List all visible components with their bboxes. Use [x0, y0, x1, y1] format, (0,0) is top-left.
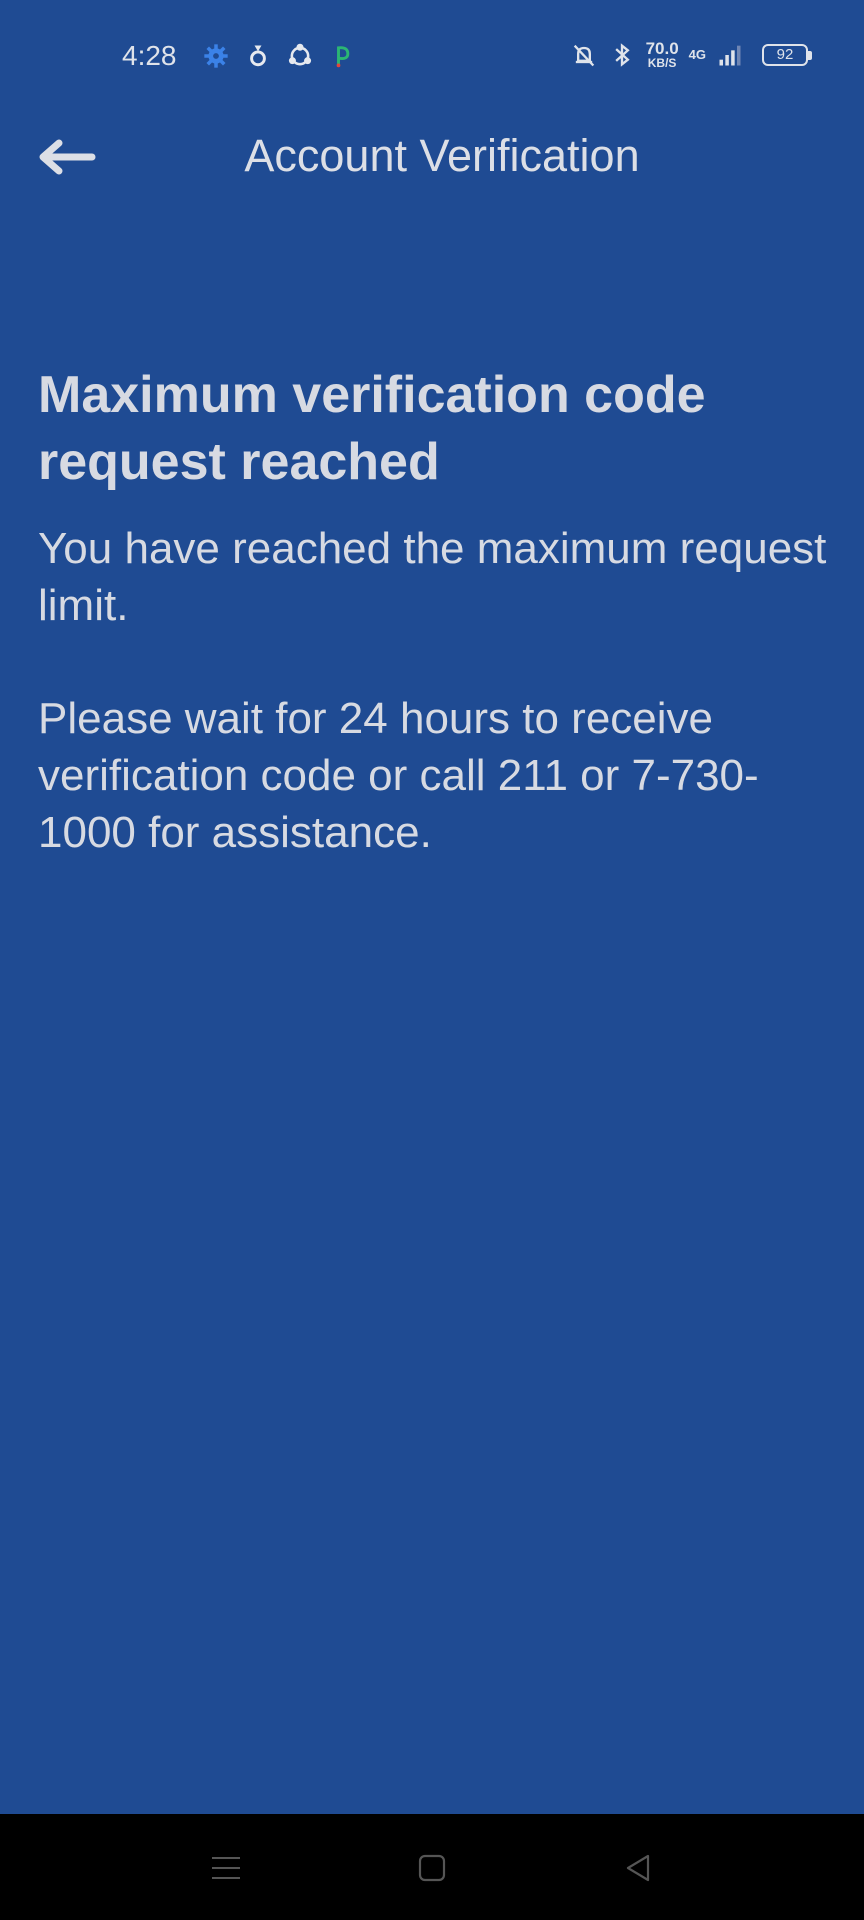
screen: 4:28 70.0 KB/S 4G 92 Account Verificatio…	[0, 0, 864, 1814]
recents-button[interactable]	[204, 1846, 248, 1890]
nav-bar	[0, 1814, 864, 1920]
nav-back-button[interactable]	[616, 1846, 660, 1890]
bell-mute-icon	[573, 44, 594, 66]
error-heading: Maximum verification code request reache…	[38, 366, 706, 491]
net-speed-value: 70.0	[645, 39, 679, 58]
status-bar: 4:28 70.0 KB/S 4G 92	[0, 0, 864, 112]
bluetooth-icon	[614, 42, 630, 67]
app-bar: Account Verification	[0, 112, 864, 202]
sync-icon	[288, 43, 312, 66]
status-time: 4:28	[122, 40, 177, 71]
page-title: Account Verification	[244, 130, 640, 181]
limit-message: You have reached the maximum request lim…	[38, 524, 827, 630]
back-triangle-icon	[626, 1854, 650, 1882]
content: Maximum verification code request reache…	[38, 362, 828, 861]
status-icons-left	[202, 42, 356, 70]
battery-level: 92	[776, 46, 794, 63]
assistance-message: Please wait for 24 hours to receive veri…	[38, 694, 759, 857]
net-speed: 70.0 KB/S	[646, 40, 679, 69]
signal-icon	[719, 45, 741, 65]
home-button[interactable]	[410, 1846, 454, 1890]
menu-icon	[212, 1857, 240, 1879]
app-p-icon	[336, 46, 350, 68]
home-square-icon	[418, 1854, 446, 1882]
status-icons-right: 70.0 KB/S 4G 92	[570, 40, 812, 69]
net-speed-unit: KB/S	[647, 56, 677, 70]
location-pin-icon	[250, 45, 266, 67]
battery-indicator: 92	[762, 43, 812, 66]
network-type: 4G	[688, 47, 706, 62]
gear-icon	[204, 44, 228, 68]
